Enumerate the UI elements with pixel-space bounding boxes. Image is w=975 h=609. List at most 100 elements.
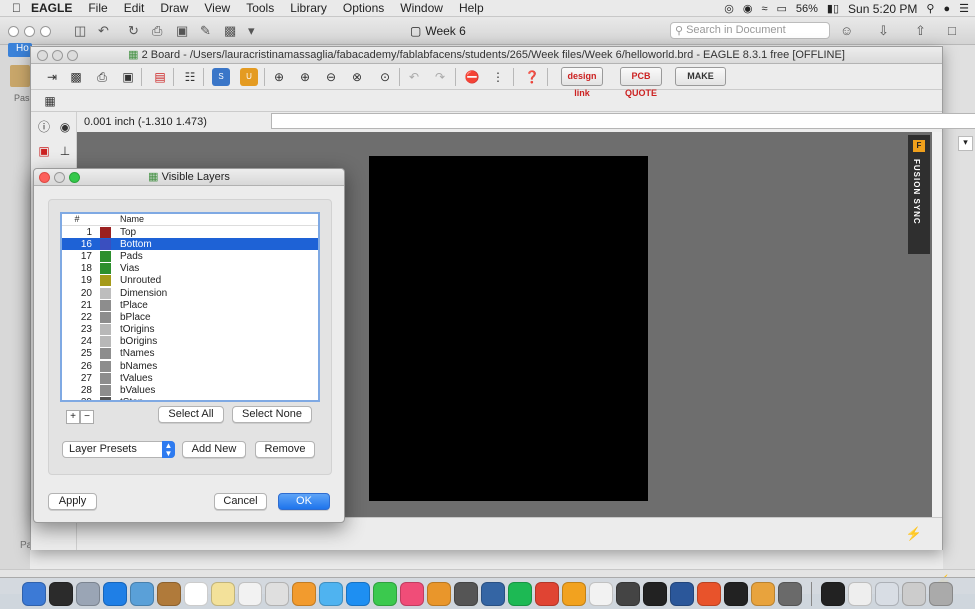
smiley-icon[interactable]: ☺	[840, 23, 853, 38]
undo-icon[interactable]: ↶	[405, 68, 423, 86]
creative-cloud-icon[interactable]: ◎	[724, 2, 734, 15]
dock-app-icon[interactable]	[130, 581, 154, 606]
zoom-redraw-icon[interactable]: ⊗	[348, 68, 366, 86]
cam-icon[interactable]: ▣	[119, 68, 137, 86]
layer-presets-select[interactable]: Layer Presets ▲ ▼	[62, 441, 175, 458]
minimize-dot[interactable]	[24, 26, 35, 37]
layers-table[interactable]: # Name 1 Top 16 Bottom 17 Pads 18 Vias 19 Unroute…	[60, 212, 320, 402]
dock-app-icon[interactable]	[778, 581, 802, 606]
battery-icon[interactable]: ▮▯	[827, 2, 839, 15]
minimize-dot[interactable]	[52, 50, 63, 61]
minimize-dot[interactable]	[54, 172, 65, 183]
layer-color-swatch[interactable]	[94, 250, 116, 262]
fullscreen-icon[interactable]: □	[948, 23, 956, 38]
image-icon[interactable]: ▣	[176, 23, 188, 39]
paste-icon[interactable]	[10, 65, 30, 87]
show-icon[interactable]: ◉	[56, 118, 74, 136]
layer-color-swatch[interactable]	[94, 311, 116, 323]
dock-app-icon[interactable]	[238, 581, 262, 606]
remove-layer-button[interactable]: −	[80, 410, 94, 424]
dock-app-icon[interactable]	[616, 581, 640, 606]
help-icon[interactable]: ❓	[523, 68, 541, 86]
layer-settings-icon[interactable]: ☷	[181, 68, 199, 86]
layer-row[interactable]: 21 tPlace	[62, 299, 318, 311]
ulp-icon[interactable]: U	[240, 68, 258, 86]
add-new-button[interactable]: Add New	[182, 441, 246, 458]
dock-app-icon[interactable]	[481, 581, 505, 606]
menu-help[interactable]: Help	[451, 1, 492, 15]
dock-app-icon[interactable]	[848, 581, 872, 606]
siri-icon[interactable]: ●	[943, 3, 950, 15]
layer-color-swatch[interactable]	[94, 238, 116, 250]
layer-color-swatch[interactable]	[94, 299, 116, 311]
menu-view[interactable]: View	[196, 1, 238, 15]
layer-row[interactable]: 28 bValues	[62, 384, 318, 397]
close-dot[interactable]	[39, 172, 50, 183]
select-all-button[interactable]: Select All	[158, 406, 224, 423]
dock-app-icon[interactable]	[427, 581, 451, 606]
dock-app-icon[interactable]	[508, 581, 532, 606]
layer-row[interactable]: 16 Bottom	[62, 238, 318, 251]
dock-app-icon[interactable]	[292, 581, 316, 606]
print-icon[interactable]: ⎙	[152, 23, 162, 39]
menu-options[interactable]: Options	[335, 1, 392, 15]
layer-row[interactable]: 25 tNames	[62, 348, 318, 360]
make-button[interactable]: MAKE	[675, 67, 726, 86]
search-input[interactable]: ⚲ Search in Document	[670, 22, 830, 39]
dock-app-icon[interactable]	[103, 581, 127, 606]
cancel-button[interactable]: Cancel	[214, 493, 267, 510]
script-icon[interactable]: ▤	[151, 68, 169, 86]
select-none-button[interactable]: Select None	[232, 406, 312, 423]
dock-app-icon[interactable]	[319, 581, 343, 606]
dock-app-icon[interactable]	[157, 581, 181, 606]
pcb-quote-button[interactable]: PCB QUOTE	[620, 67, 662, 98]
close-dot[interactable]	[8, 26, 19, 37]
layer-color-swatch[interactable]	[94, 348, 116, 360]
close-dot[interactable]	[37, 50, 48, 61]
column-header-name[interactable]: Name	[116, 214, 144, 225]
mark-icon[interactable]: ⊥	[56, 142, 74, 160]
layer-row[interactable]: 22 bPlace	[62, 311, 318, 323]
dock-app-icon[interactable]	[751, 581, 775, 606]
zoom-dot[interactable]	[67, 50, 78, 61]
background-dropdown[interactable]: ▾	[958, 136, 973, 151]
dock-app-icon[interactable]	[821, 581, 845, 606]
layer-row[interactable]: 29 tStop	[62, 397, 318, 400]
dock-app-icon[interactable]	[875, 581, 899, 606]
dock-app-icon[interactable]	[400, 581, 424, 606]
column-header-color[interactable]	[94, 214, 116, 225]
info-icon[interactable]: ⓘ	[35, 118, 53, 136]
menu-edit[interactable]: Edit	[116, 1, 153, 15]
dock-app-icon[interactable]	[562, 581, 586, 606]
layer-color-swatch[interactable]	[94, 324, 116, 336]
home-tab[interactable]: Ho	[8, 43, 32, 57]
download-icon[interactable]: ⇩	[878, 23, 889, 39]
menu-library[interactable]: Library	[282, 1, 335, 15]
save-icon[interactable]: ▩	[224, 23, 236, 39]
layer-row[interactable]: 17 Pads	[62, 250, 318, 262]
layer-row[interactable]: 27 tValues	[62, 372, 318, 384]
spotlight-icon[interactable]: ⚲	[926, 2, 934, 15]
dock-app-icon[interactable]	[211, 581, 235, 606]
dock-app-icon[interactable]	[724, 581, 748, 606]
dock-app-icon[interactable]	[184, 581, 208, 606]
dock-app-icon[interactable]	[373, 581, 397, 606]
open-icon[interactable]: ⇥	[43, 68, 61, 86]
layer-color-swatch[interactable]	[94, 397, 116, 400]
dock-app-icon[interactable]	[929, 581, 953, 606]
menu-tools[interactable]: Tools	[238, 1, 282, 15]
layer-row[interactable]: 24 bOrigins	[62, 336, 318, 348]
remove-button[interactable]: Remove	[255, 441, 315, 458]
dock-app-icon[interactable]	[535, 581, 559, 606]
redo-icon[interactable]: ↷	[431, 68, 449, 86]
column-header-number[interactable]: #	[62, 214, 94, 225]
layer-row[interactable]: 18 Vias	[62, 263, 318, 275]
dock-app-icon[interactable]	[265, 581, 289, 606]
go-icon[interactable]: ⋮	[489, 68, 507, 86]
menu-file[interactable]: File	[80, 1, 115, 15]
dock-app-icon[interactable]	[22, 581, 46, 606]
dock-app-icon[interactable]	[643, 581, 667, 606]
layer-color-swatch[interactable]	[94, 360, 116, 372]
eye-icon[interactable]: ◉	[743, 2, 753, 15]
menu-window[interactable]: Window	[392, 1, 451, 15]
